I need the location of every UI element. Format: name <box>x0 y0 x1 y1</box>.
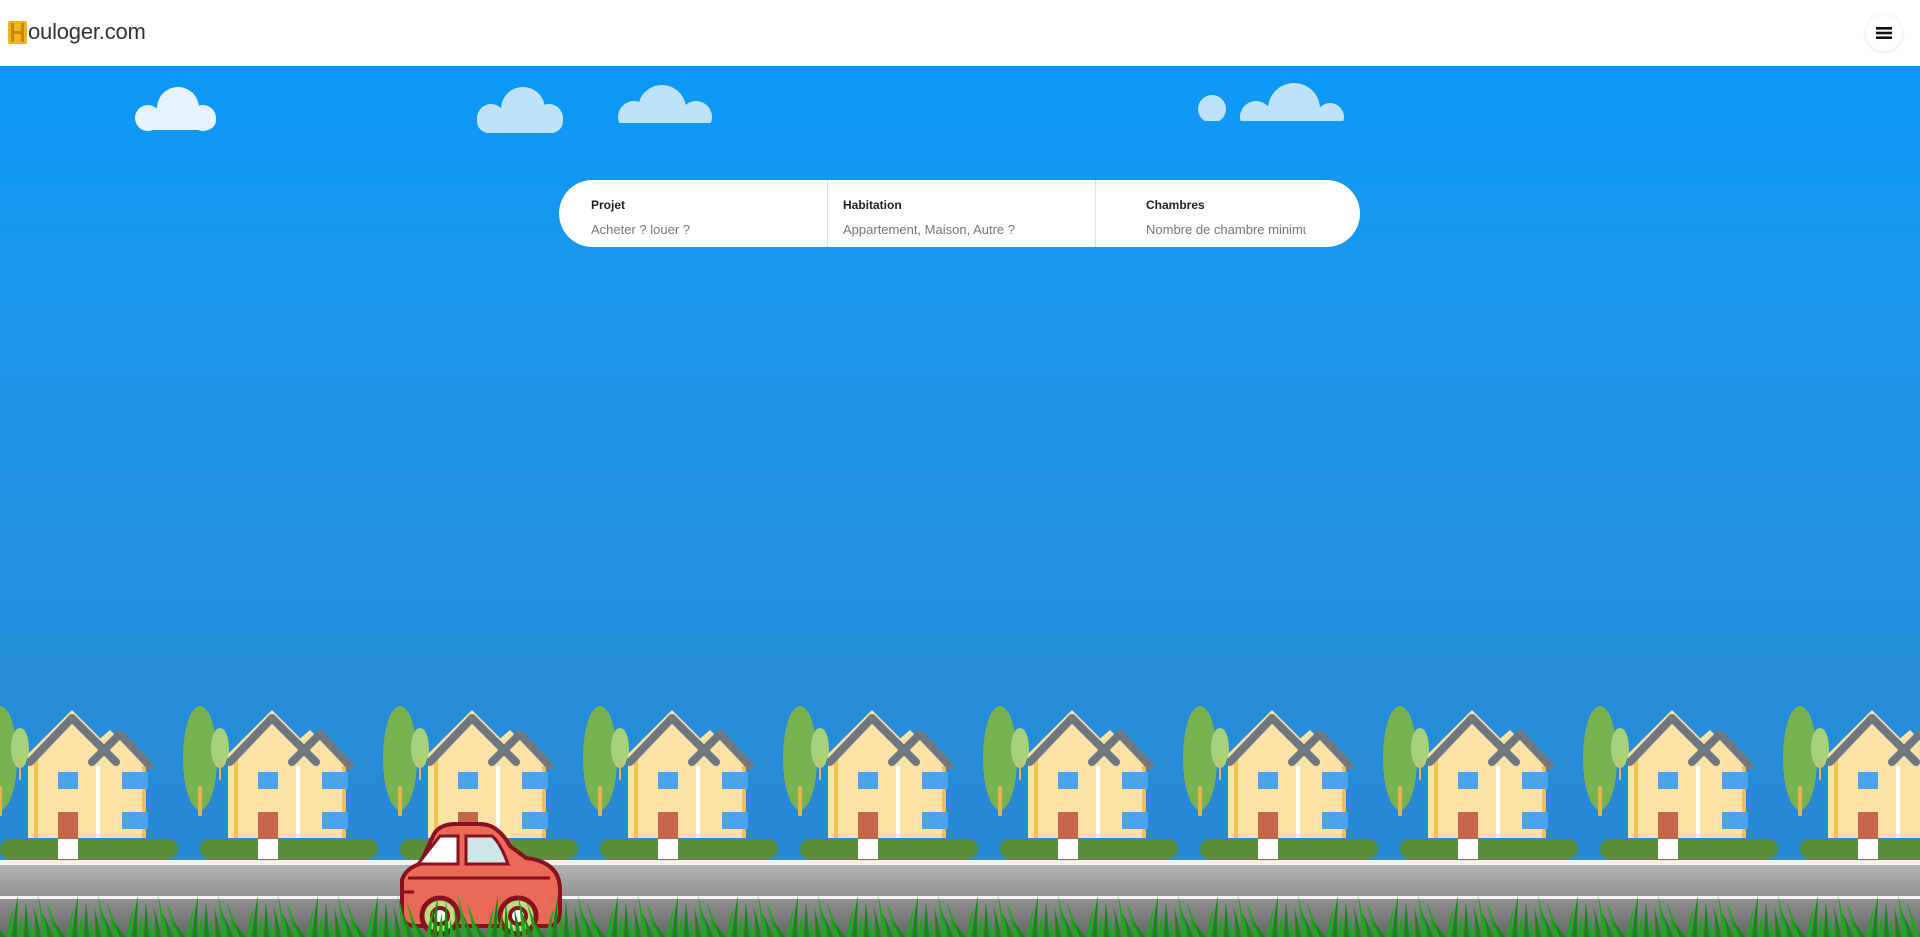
street-illustration <box>0 686 1920 937</box>
logo-mark-icon <box>8 20 27 44</box>
cloud-icon <box>1198 83 1344 121</box>
hamburger-menu-icon <box>1876 27 1892 39</box>
site-logo[interactable]: ouloger.com <box>8 19 146 45</box>
housing-label: Habitation <box>843 198 902 212</box>
hamburger-menu-button[interactable] <box>1866 15 1902 51</box>
top-bar: ouloger.com <box>0 0 1920 66</box>
bedrooms-label: Chambres <box>1146 198 1205 212</box>
bedrooms-input[interactable] <box>1146 222 1306 237</box>
housing-input[interactable] <box>843 222 1095 237</box>
project-input[interactable] <box>591 222 827 237</box>
cloud-icon <box>135 87 216 131</box>
hero-scene: Projet Habitation Chambres <box>0 66 1920 937</box>
housing-field[interactable]: Habitation <box>827 180 1095 247</box>
project-field[interactable]: Projet <box>559 180 827 247</box>
cloud-icon <box>477 87 563 133</box>
house-row <box>0 706 1920 859</box>
project-label: Projet <box>591 198 626 212</box>
cloud-icon <box>618 85 712 123</box>
brand-name: ouloger.com <box>28 19 146 44</box>
bedrooms-field[interactable]: Chambres <box>1095 180 1323 247</box>
search-bar: Projet Habitation Chambres <box>559 180 1360 247</box>
